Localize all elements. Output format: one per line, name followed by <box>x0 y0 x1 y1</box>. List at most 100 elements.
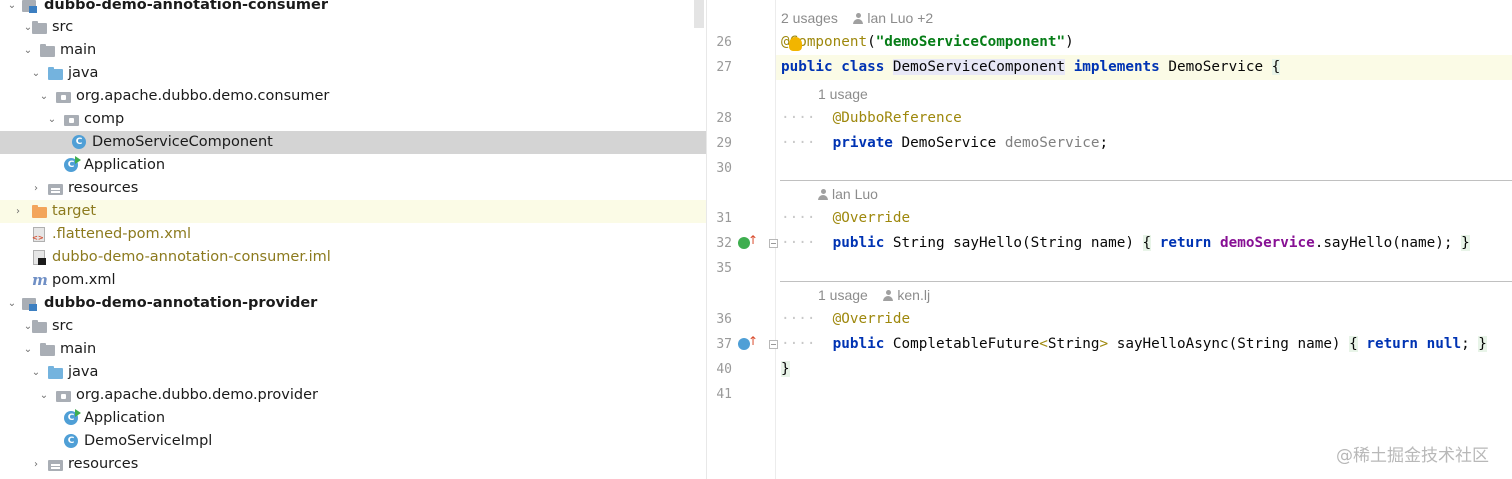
code-line[interactable]: ···· @Override <box>781 206 910 231</box>
tree-item[interactable]: › resources <box>0 453 706 476</box>
source-folder-icon <box>48 365 64 380</box>
override-arrow-icon[interactable]: ↑ <box>748 234 758 246</box>
code-line[interactable]: ···· @DubboReference <box>781 106 962 131</box>
maven-icon: m <box>32 271 48 289</box>
tree-item[interactable]: C Application <box>0 154 706 177</box>
line-number: 31 <box>716 211 732 226</box>
tree-item-label: org.apache.dubbo.demo.provider <box>76 387 318 403</box>
chevron-down-icon[interactable]: ⌄ <box>46 108 58 131</box>
tree-item[interactable]: › resources <box>0 177 706 200</box>
tree-item-label: dubbo-demo-annotation-provider <box>44 295 318 311</box>
tree-item[interactable]: ⌄ src <box>0 315 706 338</box>
author-hint[interactable]: lan Luo <box>832 186 878 202</box>
tree-item[interactable]: ⌄ dubbo-demo-annotation-consumer <box>0 0 706 17</box>
tree-item-label: src <box>52 318 74 334</box>
code-line[interactable]: ···· @Override <box>781 307 910 332</box>
package-icon <box>56 89 72 104</box>
code-line[interactable]: ···· public CompletableFuture<String> sa… <box>781 332 1487 357</box>
code-vision-hint[interactable]: 1 usage <box>818 83 868 105</box>
class-icon: C <box>64 434 78 448</box>
code-line[interactable]: ···· public String sayHello(String name)… <box>781 231 1470 256</box>
code-line[interactable]: } <box>781 357 790 382</box>
code-vision-hint[interactable]: 2 usages lan Luo +2 <box>781 7 933 29</box>
excluded-folder-icon <box>32 204 48 219</box>
chevron-down-icon[interactable]: ⌄ <box>30 62 42 85</box>
override-arrow-icon[interactable]: ↑ <box>748 335 758 347</box>
tree-item-label: pom.xml <box>52 272 116 288</box>
chevron-down-icon[interactable]: ⌄ <box>22 39 34 62</box>
author-hint[interactable]: lan Luo +2 <box>867 10 933 26</box>
code-line[interactable]: ···· private DemoService demoService; <box>781 131 1108 156</box>
fold-toggle-icon[interactable] <box>769 239 778 248</box>
fold-toggle-icon[interactable] <box>769 340 778 349</box>
usages-hint[interactable]: 1 usage <box>818 86 868 102</box>
chevron-right-icon[interactable]: › <box>12 200 24 223</box>
line-number: 27 <box>716 60 732 75</box>
chevron-right-icon[interactable]: › <box>30 453 42 476</box>
tree-item[interactable]: ⌄ org.apache.dubbo.demo.consumer <box>0 85 706 108</box>
chevron-down-icon[interactable]: ⌄ <box>22 338 34 361</box>
code-vision-hint[interactable]: 1 usage ken.lj <box>818 284 930 306</box>
line-number: 35 <box>716 261 732 276</box>
tree-item[interactable]: ⌄ main <box>0 39 706 62</box>
tree-item[interactable]: C DemoServiceImpl <box>0 430 706 453</box>
chevron-down-icon[interactable]: ⌄ <box>6 0 18 17</box>
tree-item-label: src <box>52 19 74 35</box>
chevron-right-icon[interactable]: › <box>30 177 42 200</box>
line-number: 36 <box>716 312 732 327</box>
module-icon <box>22 296 38 311</box>
tree-item[interactable]: ⌄ java <box>0 62 706 85</box>
tree-item-label: resources <box>68 180 139 196</box>
author-icon <box>818 189 828 200</box>
tree-item[interactable]: ⌄ java <box>0 361 706 384</box>
line-number: 41 <box>716 387 732 402</box>
method-separator <box>780 281 1512 282</box>
tree-item[interactable]: › target <box>0 200 706 223</box>
tree-item-label: DemoServiceImpl <box>84 433 213 449</box>
tree-item-label: Application <box>84 157 166 173</box>
line-number: 32 <box>716 236 732 251</box>
chevron-down-icon[interactable]: ⌄ <box>6 292 18 315</box>
tree-item[interactable]: ⌄ org.apache.dubbo.demo.provider <box>0 384 706 407</box>
tree-item[interactable]: ⌄ src <box>0 16 706 39</box>
tree-item[interactable]: ⌄ comp <box>0 108 706 131</box>
line-number: 26 <box>716 35 732 50</box>
tree-item[interactable]: dubbo-demo-annotation-consumer.iml <box>0 246 706 269</box>
tree-item-label: java <box>68 364 99 380</box>
line-number: 37 <box>716 337 732 352</box>
tree-item-label: DemoServiceComponent <box>92 134 273 150</box>
chevron-down-icon[interactable]: ⌄ <box>38 85 50 108</box>
chevron-down-icon[interactable]: ⌄ <box>30 361 42 384</box>
tree-item[interactable]: ⌄ main <box>0 338 706 361</box>
tree-item[interactable]: C Application <box>0 407 706 430</box>
tree-item[interactable]: .flattened-pom.xml <box>0 223 706 246</box>
code-line[interactable]: @Component("demoServiceComponent") <box>781 30 1074 55</box>
runnable-class-icon: C <box>64 156 81 172</box>
resources-folder-icon <box>48 457 64 472</box>
line-number: 30 <box>716 161 732 176</box>
chevron-down-icon[interactable]: ⌄ <box>38 384 50 407</box>
class-icon: C <box>72 135 86 149</box>
usages-hint[interactable]: 1 usage <box>818 287 868 303</box>
tree-item[interactable]: m pom.xml <box>0 269 706 292</box>
tree-item[interactable]: C DemoServiceComponent <box>0 131 706 154</box>
tree-item-label: target <box>52 203 97 219</box>
line-number: 29 <box>716 136 732 151</box>
code-vision-hint[interactable]: lan Luo <box>818 183 878 205</box>
line-number: 28 <box>716 111 732 126</box>
tree-item-label: dubbo-demo-annotation-consumer.iml <box>52 249 331 265</box>
usages-hint[interactable]: 2 usages <box>781 10 838 26</box>
tree-item[interactable]: ⌄ dubbo-demo-annotation-provider <box>0 292 706 315</box>
tree-item-label: main <box>60 341 97 357</box>
author-hint[interactable]: ken.lj <box>897 287 930 303</box>
intention-bulb-icon[interactable] <box>789 37 802 51</box>
tree-scrollbar[interactable] <box>694 0 704 28</box>
method-separator <box>780 180 1512 181</box>
runnable-class-icon: C <box>64 409 81 425</box>
xml-file-icon <box>32 227 48 242</box>
project-tree-panel: ⌄ dubbo-demo-annotation-consumer ⌄ src ⌄ main… <box>0 0 706 479</box>
tree-item-label: org.apache.dubbo.demo.consumer <box>76 88 330 104</box>
tree-item-label: dubbo-demo-annotation-consumer <box>44 0 328 13</box>
code-line[interactable]: public class DemoServiceComponent implem… <box>781 55 1281 80</box>
author-icon <box>883 290 894 301</box>
